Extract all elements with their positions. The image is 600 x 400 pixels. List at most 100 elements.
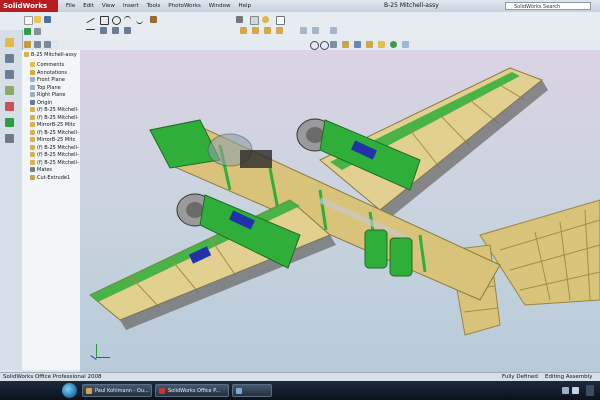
outlook-icon xyxy=(86,388,92,394)
tree-item[interactable]: (f) B-25 Mitchell- xyxy=(30,107,79,114)
menu-view[interactable]: View xyxy=(98,0,119,12)
arc-icon[interactable] xyxy=(124,16,131,24)
print-icon[interactable] xyxy=(250,16,259,25)
menu-edit[interactable]: Edit xyxy=(79,0,98,12)
tree-item[interactable]: Mates xyxy=(30,167,52,174)
taskbar-item-solidworks[interactable]: SolidWorks Office P... xyxy=(155,384,229,397)
tree-item-label: Cut-Extrude1 xyxy=(37,174,71,181)
configuration-tab-icon[interactable] xyxy=(44,41,51,48)
tree-item[interactable]: MirrorB-25 Mitc xyxy=(30,122,75,129)
section-icon[interactable] xyxy=(342,41,349,48)
tree-root[interactable]: B-25 Mitchell-assy xyxy=(24,52,77,58)
mate-tool-icon[interactable] xyxy=(5,134,14,143)
hide-show-icon[interactable] xyxy=(378,41,385,48)
graphics-area[interactable] xyxy=(80,50,600,372)
tree-item[interactable]: Front Plane xyxy=(30,77,65,84)
app-logo[interactable]: SolidWorks xyxy=(0,0,58,12)
hole-wizard-icon[interactable] xyxy=(276,27,283,34)
view-orientation-icon[interactable] xyxy=(354,41,361,48)
menu-help[interactable]: Help xyxy=(234,0,255,12)
tree-item-label: Mates xyxy=(37,167,53,173)
spline-icon[interactable] xyxy=(136,16,143,24)
mate-icon[interactable] xyxy=(236,16,243,23)
options-icon[interactable] xyxy=(34,28,41,35)
show-desktop-icon[interactable] xyxy=(586,385,594,396)
previous-view-icon[interactable] xyxy=(330,41,337,48)
new-icon[interactable] xyxy=(24,16,33,25)
menu-insert[interactable]: Insert xyxy=(119,0,143,12)
taskbar-item-outlook[interactable]: Paul Kohlmann - Ou... xyxy=(82,384,152,397)
undo-icon[interactable] xyxy=(262,16,269,23)
edit-appearance-icon[interactable] xyxy=(390,41,397,48)
tree-item[interactable]: Right Plane xyxy=(30,92,65,99)
annotations-icon xyxy=(30,69,35,75)
revolve-icon[interactable] xyxy=(252,27,259,34)
menu-photoworks[interactable]: PhotoWorks xyxy=(164,0,204,12)
search-input[interactable]: SolidWorks Search xyxy=(505,2,591,10)
pattern-icon[interactable] xyxy=(124,27,131,34)
volume-icon[interactable] xyxy=(572,387,579,394)
part-icon xyxy=(30,144,35,150)
feature-manager-tree: B-25 Mitchell-assy Comments Annotations Fr… xyxy=(22,50,81,370)
tree-item-label: (f) B-25 Mitchell- xyxy=(37,107,79,113)
part-icon xyxy=(30,129,35,135)
display-style-icon[interactable] xyxy=(366,41,373,48)
view-front-icon[interactable] xyxy=(300,27,307,34)
tree-item[interactable]: Origin xyxy=(30,99,52,107)
plane-icon xyxy=(30,84,35,90)
select-icon[interactable] xyxy=(276,16,285,25)
tree-item[interactable]: Comments xyxy=(30,62,64,69)
network-icon[interactable] xyxy=(562,387,569,394)
tree-item[interactable]: (f) B-25 Mitchell- xyxy=(30,152,79,159)
trim-icon[interactable] xyxy=(100,27,107,34)
b25-model-view[interactable] xyxy=(80,50,600,372)
tree-item-label: Front Plane xyxy=(37,77,65,83)
tree-item[interactable]: (f) B-25 Mitchell- xyxy=(30,114,79,122)
zoom-area-icon[interactable] xyxy=(320,41,329,50)
sketch-line-icon[interactable] xyxy=(86,17,95,24)
extrude-icon[interactable] xyxy=(240,27,247,34)
smart-dimension-icon[interactable] xyxy=(150,16,157,23)
tail-stabilizer[interactable] xyxy=(479,199,600,306)
section-view-icon[interactable] xyxy=(312,27,319,34)
evaluate-tab-icon[interactable] xyxy=(5,86,14,95)
office-products-tab-icon[interactable] xyxy=(5,102,14,111)
assembly-icon xyxy=(24,52,29,57)
tree-item[interactable]: Annotations xyxy=(30,69,67,77)
start-button[interactable] xyxy=(62,383,77,398)
mirror-icon[interactable] xyxy=(112,27,119,34)
tree-item-label: MirrorB-25 Mitc xyxy=(37,122,76,128)
assembly-tab-icon[interactable] xyxy=(5,38,14,47)
fillet-icon[interactable] xyxy=(264,27,271,34)
menu-file[interactable]: File xyxy=(62,0,79,12)
scene-icon[interactable] xyxy=(402,41,409,48)
windows-taskbar: Paul Kohlmann - Ou... SolidWorks Office … xyxy=(0,381,600,400)
tree-item-label: (f) B-25 Mitchell- xyxy=(37,114,79,121)
menu-window[interactable]: Window xyxy=(205,0,235,12)
tree-item[interactable]: MirrorB-25 Mitc xyxy=(30,137,75,144)
zoom-fit-icon[interactable] xyxy=(330,27,337,34)
layout-tab-icon[interactable] xyxy=(5,54,14,63)
rectangle-icon[interactable] xyxy=(100,16,109,25)
open-icon[interactable] xyxy=(34,16,41,23)
taskbar-item-other[interactable] xyxy=(232,384,272,397)
insert-component-icon[interactable] xyxy=(5,118,14,127)
rebuild-icon[interactable] xyxy=(24,28,31,35)
sketch-tab-icon[interactable] xyxy=(5,70,14,79)
feature-tree-tab-icon[interactable] xyxy=(24,41,31,48)
property-tab-icon[interactable] xyxy=(34,41,41,48)
taskbar-item-solidworks-label: SolidWorks Office P... xyxy=(168,388,221,394)
tree-item[interactable]: Top Plane xyxy=(30,84,61,92)
sketch-icon[interactable] xyxy=(86,29,95,30)
tree-item[interactable]: Cut-Extrude1 xyxy=(30,174,71,182)
save-icon[interactable] xyxy=(44,16,51,23)
menu-tools[interactable]: Tools xyxy=(143,0,165,12)
taskbar-item-outlook-label: Paul Kohlmann - Ou... xyxy=(95,388,149,394)
tree-item[interactable]: (f) B-25 Mitchell- xyxy=(30,129,79,137)
mates-icon xyxy=(30,167,35,172)
zoom-to-fit-icon[interactable] xyxy=(310,41,319,50)
tree-item[interactable]: (f) B-25 Mitchell- xyxy=(30,159,79,167)
command-toolbar xyxy=(0,12,600,41)
circle-icon[interactable] xyxy=(112,16,121,25)
tree-item[interactable]: (f) B-25 Mitchell- xyxy=(30,144,79,152)
